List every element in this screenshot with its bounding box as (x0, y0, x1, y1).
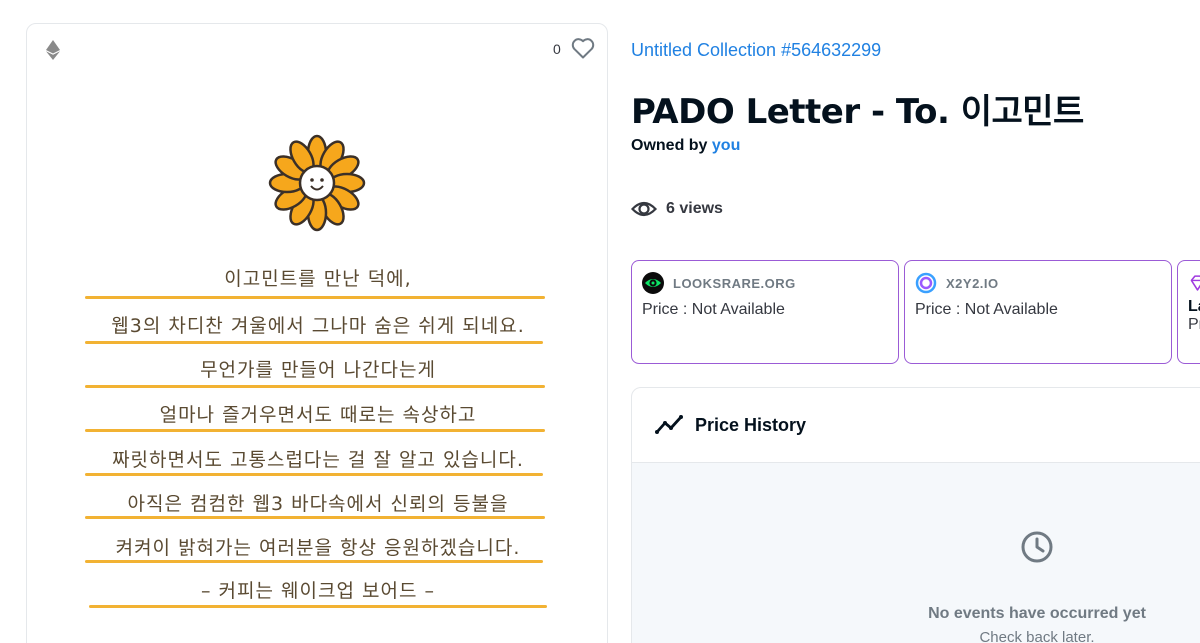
owner-prefix: Owned by (631, 137, 708, 154)
market-price: Price : Not Available (915, 301, 1058, 318)
trending-icon (655, 415, 683, 434)
market-card-x2y2[interactable]: X2Y2.IO Price : Not Available (904, 260, 1172, 364)
market-card-looksrare[interactable]: LOOKSRARE.ORG Price : Not Available (631, 260, 899, 364)
looksrare-icon (642, 272, 664, 294)
letter-line: 얼마나 즐거우면서도 때로는 속상하고 (159, 404, 477, 426)
market-name: LOOKSRARE.ORG (673, 275, 796, 291)
letter-line: 짜릿하면서도 고통스럽다는 걸 잘 알고 있습니다. (112, 449, 524, 471)
clock-icon (1021, 531, 1053, 563)
ethereum-icon (46, 40, 60, 60)
price-history-empty-state: No events have occurred yet Check back l… (632, 463, 1200, 643)
line-underline (85, 385, 545, 388)
price-history-header[interactable]: Price History (632, 388, 1200, 463)
letter-line: 웹3의 차디찬 겨울에서 그나마 숨은 쉬게 되네요. (111, 315, 525, 337)
owner-link[interactable]: you (712, 137, 740, 154)
collection-link[interactable]: Untitled Collection #564632299 (631, 40, 881, 61)
market-card-partial[interactable]: La Pr (1177, 260, 1200, 364)
favorite-count: 0 (553, 41, 561, 57)
empty-state-title: No events have occurred yet (928, 605, 1146, 622)
line-underline (89, 605, 547, 608)
nft-title: PADO Letter - To. 이고민트 (631, 92, 1084, 132)
letter-line: – 커피는 웨이크업 보어드 – (201, 580, 435, 602)
nft-image-card: 0 이고민트를 만난 덕에, 웹3의 차디찬 겨울에서 그나마 숨은 쉬게 되네… (26, 23, 608, 643)
x2y2-icon (915, 272, 937, 294)
letter-line: 이고민트를 만난 덕에, (224, 268, 412, 290)
market-name: La (1188, 298, 1200, 315)
line-underline (85, 560, 543, 563)
nft-artwork: 이고민트를 만난 덕에, 웹3의 차디찬 겨울에서 그나마 숨은 쉬게 되네요.… (27, 119, 607, 619)
flower-icon (268, 134, 366, 232)
market-price: Pr (1188, 316, 1200, 333)
diamond-icon (1190, 275, 1200, 291)
market-name: X2Y2.IO (946, 275, 999, 291)
line-underline (85, 473, 543, 476)
owner-line: Owned by you (631, 137, 740, 155)
line-underline (85, 341, 543, 344)
view-count: 6 views (631, 198, 723, 220)
market-price: Price : Not Available (642, 301, 785, 318)
line-underline (85, 516, 545, 519)
letter-line: 켜켜이 밝혀가는 여러분을 항상 응원하겠습니다. (115, 537, 521, 559)
heart-icon[interactable] (571, 37, 595, 59)
letter-line: 아직은 컴컴한 웹3 바다속에서 신뢰의 등불을 (127, 493, 509, 515)
empty-state-subtitle: Check back later. (979, 629, 1095, 643)
line-underline (85, 296, 545, 299)
marketplace-listings: LOOKSRARE.ORG Price : Not Available X2Y2… (631, 260, 1200, 364)
price-history-panel: Price History No events have occurred ye… (631, 387, 1200, 643)
line-underline (85, 429, 545, 432)
letter-line: 무언가를 만들어 나간다는게 (200, 359, 436, 381)
price-history-title: Price History (695, 414, 807, 435)
views-label: 6 views (666, 200, 723, 217)
eye-icon (631, 201, 657, 217)
